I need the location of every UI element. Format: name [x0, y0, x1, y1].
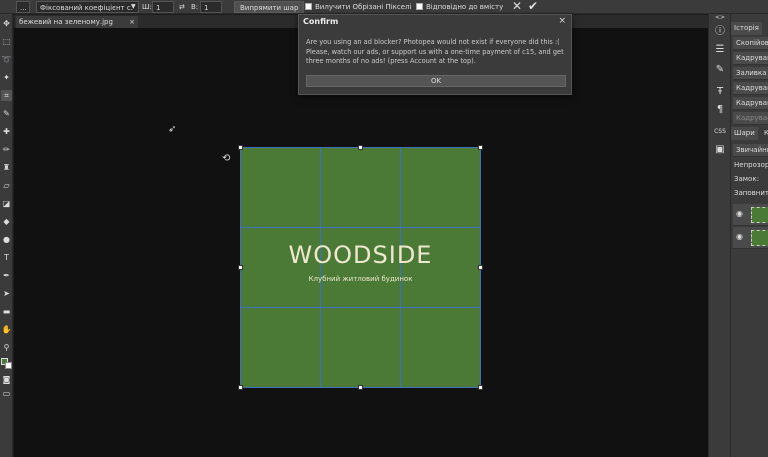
crop-handle[interactable]: [358, 145, 363, 150]
paragraph-icon[interactable]: ¶: [712, 102, 728, 118]
document-canvas[interactable]: WOODSIDE Клубний житловий будинок: [238, 145, 483, 390]
dialog-title: Confirm: [303, 17, 339, 26]
magic-wand-icon[interactable]: ✦: [1, 72, 12, 83]
photopea-window: ... Фіксований коефіцієнт с. ▼ Ш: 1 ⇄ В:…: [0, 0, 768, 457]
crop-mode-select[interactable]: Фіксований коефіцієнт с.: [36, 1, 139, 13]
fit-content-checkbox[interactable]: Відповідно до вмісту: [416, 1, 503, 13]
stamp-icon[interactable]: ♜: [1, 162, 12, 173]
crop-handle[interactable]: [238, 385, 243, 390]
layer-thumbnail: [751, 207, 768, 223]
image-icon[interactable]: ▣: [712, 142, 728, 158]
crop-handle[interactable]: [478, 385, 483, 390]
pen-icon[interactable]: ✒: [1, 270, 12, 281]
blend-mode-select[interactable]: Звичайний: [733, 144, 768, 157]
adjustments-icon[interactable]: ☰: [712, 42, 728, 58]
confirm-dialog: Confirm × Are you using an ad blocker? P…: [298, 14, 572, 95]
crop-handle[interactable]: [238, 145, 243, 150]
mouse-pointer-icon: ➶: [168, 124, 177, 135]
lasso-icon[interactable]: ➰: [1, 54, 12, 65]
fit-content-label: Відповідно до вмісту: [426, 3, 504, 11]
ok-button[interactable]: OK: [306, 75, 566, 87]
brush-icon[interactable]: ✏: [1, 144, 12, 155]
fill-label: Заповнити: [734, 189, 768, 197]
css-icon[interactable]: CSS: [712, 124, 728, 140]
checkbox-icon: [416, 3, 423, 10]
blur-icon[interactable]: ◆: [1, 216, 12, 227]
path-select-icon[interactable]: ➤: [1, 288, 12, 299]
eraser-icon[interactable]: ▱: [1, 180, 12, 191]
dialog-message: Are you using an ad blocker? Photopea wo…: [306, 38, 564, 65]
eye-icon[interactable]: ◉: [736, 232, 743, 241]
healing-icon[interactable]: ✚: [1, 126, 12, 137]
bucket-icon[interactable]: ◪: [1, 198, 12, 209]
crop-handle[interactable]: [358, 385, 363, 390]
crop-handle[interactable]: [478, 265, 483, 270]
marquee-icon[interactable]: ⬚: [1, 36, 12, 47]
right-panel: Історія Скопійовано Кадрування Заливка К…: [730, 14, 768, 457]
logo-subtext: Клубний житловий будинок: [308, 275, 413, 283]
eye-icon[interactable]: ◉: [736, 209, 743, 218]
width-label: Ш:: [142, 3, 152, 11]
collapse-icon[interactable]: <>: [712, 14, 728, 22]
history-item[interactable]: Кадрування: [733, 97, 768, 110]
history-item[interactable]: Скопійовано: [733, 37, 768, 50]
screen-mode-icon[interactable]: ▭: [1, 388, 12, 399]
straighten-button[interactable]: Випрямити шар: [234, 1, 305, 13]
check-icon[interactable]: ✔: [528, 0, 538, 12]
history-item[interactable]: Кадрування: [733, 112, 768, 125]
delete-cropped-checkbox[interactable]: Вилучити Обрізані Пікселі: [305, 1, 412, 13]
layer-row[interactable]: ◉: [733, 204, 768, 226]
close-icon[interactable]: ×: [129, 16, 135, 28]
crop-handle[interactable]: [478, 145, 483, 150]
history-item[interactable]: Кадрування: [733, 82, 768, 95]
lock-label: Замок:: [734, 175, 759, 183]
tab-history[interactable]: Історія: [731, 22, 762, 35]
hand-icon[interactable]: ✋: [1, 324, 12, 335]
dodge-icon[interactable]: ●: [1, 234, 12, 245]
height-label: В:: [191, 3, 199, 11]
crop-icon[interactable]: ⌗: [1, 90, 12, 101]
document-tab-label: бежевий на зеленому.jpg: [19, 18, 113, 26]
brush-settings-icon[interactable]: ✎: [712, 62, 728, 78]
eyedropper-icon[interactable]: ✎: [1, 108, 12, 119]
rotate-icon[interactable]: ⟲: [222, 153, 230, 164]
close-icon[interactable]: ✕: [512, 0, 522, 12]
quick-mask-icon[interactable]: ◙: [1, 374, 12, 385]
background-color-swatch[interactable]: [5, 362, 12, 369]
move-icon[interactable]: ✥: [1, 18, 12, 29]
info-icon[interactable]: ⓘ: [712, 24, 728, 40]
delete-cropped-label: Вилучити Обрізані Пікселі: [315, 3, 412, 11]
tool-preset-button[interactable]: ...: [16, 1, 30, 13]
shape-icon[interactable]: ▬: [1, 306, 12, 317]
layer-thumbnail: [751, 230, 768, 246]
logo-text: WOODSIDE: [288, 241, 433, 269]
character-icon[interactable]: Ŧ: [712, 84, 728, 100]
swap-icon[interactable]: ⇄: [179, 1, 185, 13]
checkbox-icon: [305, 3, 312, 10]
zoom-icon[interactable]: ⚲: [1, 342, 12, 353]
toolbar: ✥ ⬚ ➰ ✦ ⌗ ✎ ✚ ✏ ♜ ▱ ◪ ◆ ● T ✒ ➤ ▬ ✋ ⚲ ◙ …: [0, 14, 13, 457]
text-icon[interactable]: T: [1, 252, 12, 263]
width-input[interactable]: 1: [152, 1, 174, 13]
tab-layers[interactable]: Шари: [731, 127, 758, 140]
document-tab[interactable]: бежевий на зеленому.jpg ×: [16, 16, 138, 28]
history-item[interactable]: Заливка: [733, 67, 768, 80]
history-item[interactable]: Кадрування: [733, 52, 768, 65]
options-bar: ... Фіксований коефіцієнт с. ▼ Ш: 1 ⇄ В:…: [0, 0, 768, 14]
opacity-label: Непрозорість: [734, 161, 768, 169]
panel-icon-strip: <> ⓘ ☰ ✎ Ŧ ¶ CSS ▣: [708, 14, 730, 457]
close-icon[interactable]: ×: [558, 16, 566, 26]
chevron-down-icon: ▼: [131, 3, 136, 10]
height-input[interactable]: 1: [200, 1, 222, 13]
crop-handle[interactable]: [238, 265, 243, 270]
layer-row[interactable]: ◉: [733, 227, 768, 249]
tab-channels[interactable]: К: [761, 127, 768, 140]
